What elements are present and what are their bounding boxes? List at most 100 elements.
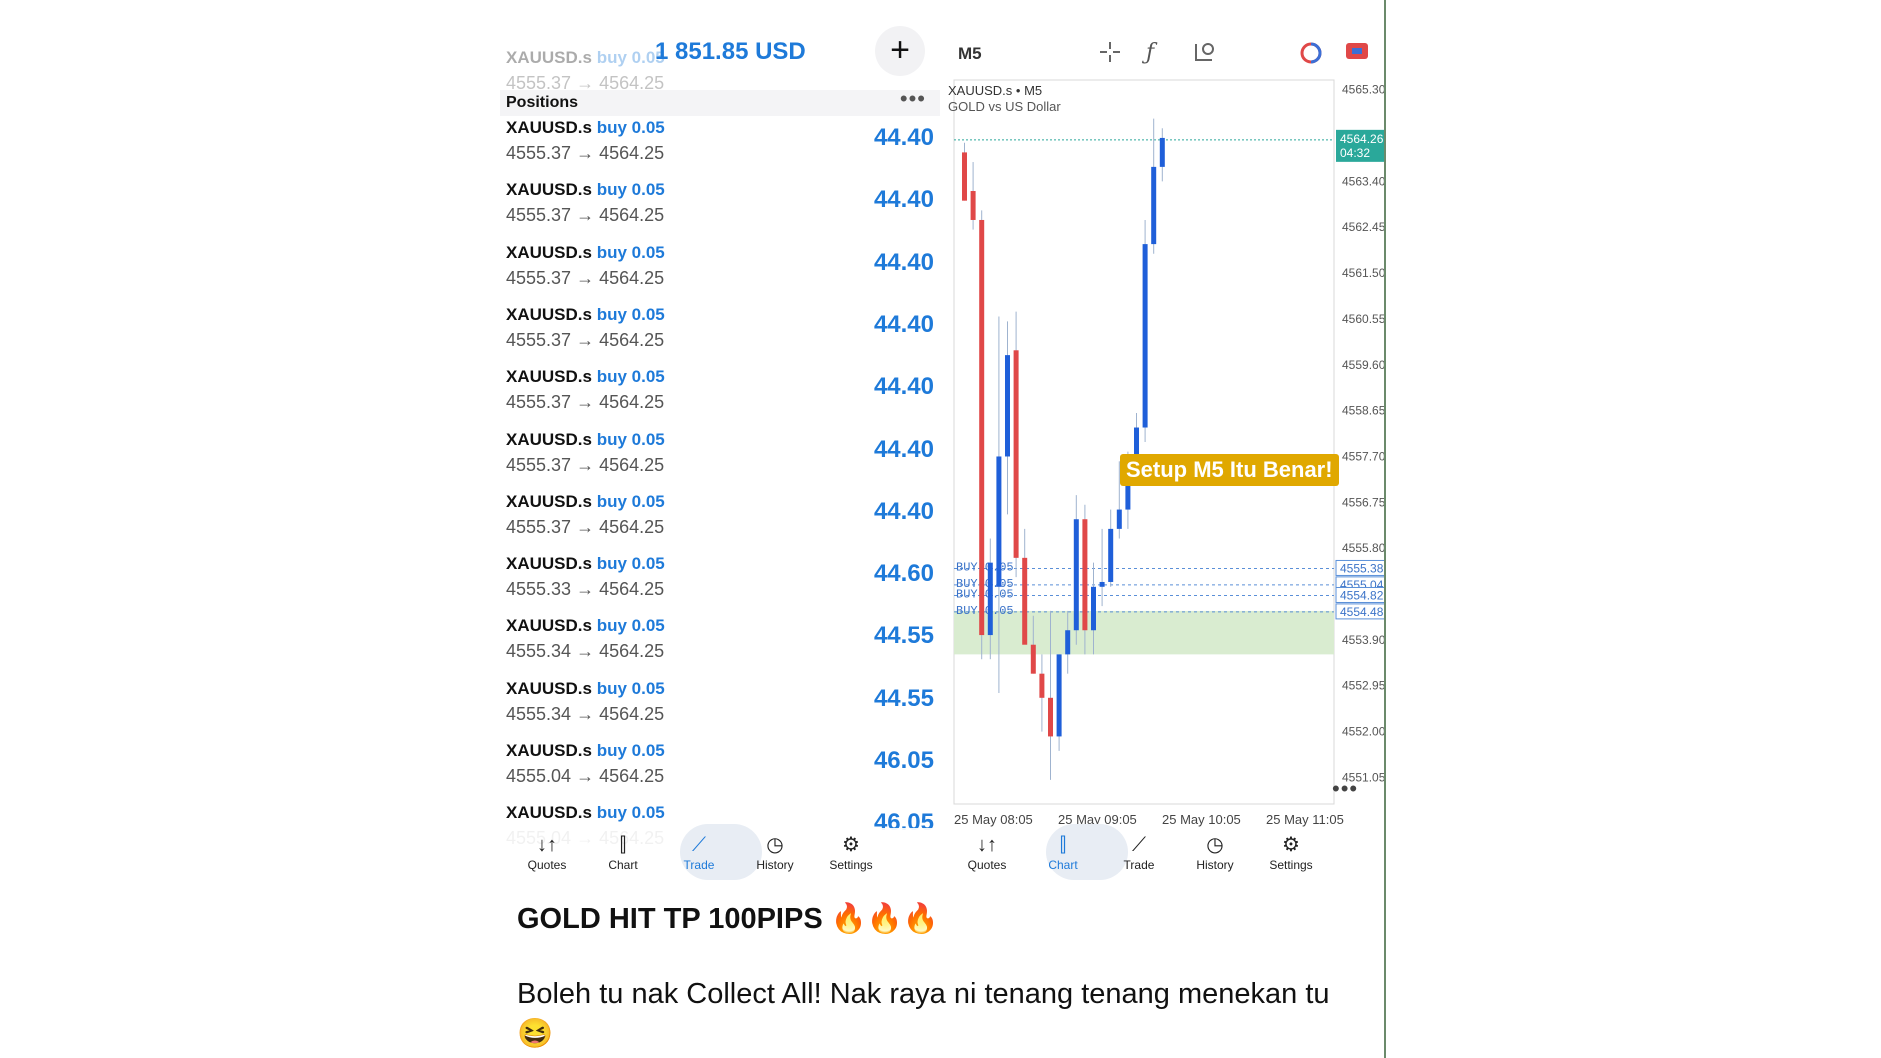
caption-title: GOLD HIT TP 100PIPS 🔥🔥🔥: [517, 903, 940, 935]
tab-trade[interactable]: ⟋ Trade: [1104, 832, 1174, 872]
right-tab-bar: ↓↑ Quotes ⫿ Chart ⟋ Trade ◷ History ⚙ Settings: [940, 824, 1380, 880]
order-label: BUY 0.05: [956, 604, 1014, 618]
y-tick-label: 4557.70: [1342, 449, 1384, 463]
position-side: buy 0.05: [596, 491, 665, 511]
tab-settings-icon: ⚙: [1282, 834, 1300, 856]
price-chart[interactable]: 4565.30 4563.40 4562.45 4561.50 4560.55 4559.…: [940, 78, 1384, 828]
position-prices: 4555.37 → 4564.25: [506, 454, 665, 475]
tab-label: Quotes: [967, 858, 1007, 872]
tab-settings[interactable]: ⚙ Settings: [1256, 832, 1326, 872]
y-tick-label: 4552.95: [1342, 679, 1384, 693]
chart-description: GOLD vs US Dollar: [948, 99, 1061, 114]
position-profit: 44.55: [873, 622, 934, 650]
timeframe-button[interactable]: M5: [958, 44, 982, 64]
tab-trade[interactable]: ⟋ Trade: [664, 832, 734, 872]
tab-label: Chart: [1048, 858, 1078, 872]
position-row[interactable]: XAUUSD.s buy 0.05 4555.33 → 4564.25 44.60: [500, 554, 940, 616]
position-row[interactable]: XAUUSD.s buy 0.05 4555.34 → 4564.25 44.55: [500, 616, 940, 678]
candle-body: [1048, 697, 1053, 737]
position-row[interactable]: XAUUSD.s buy 0.05 4555.37 → 4564.25 44.40: [500, 180, 940, 242]
tab-settings[interactable]: ⚙ Settings: [816, 832, 886, 872]
tab-chart[interactable]: ⫿ Chart: [588, 832, 658, 872]
position-side: buy 0.05: [596, 741, 665, 760]
broker-icon[interactable]: [1344, 40, 1370, 68]
chart-more-icon[interactable]: •••: [1332, 776, 1358, 802]
candle-body: [1005, 355, 1010, 457]
tab-quotes[interactable]: ↓↑ Quotes: [952, 832, 1022, 872]
position-prices: 4555.37 → 4564.25: [506, 329, 665, 350]
order-label: BUY 0.05: [956, 587, 1014, 601]
tab-label: Settings: [1269, 858, 1313, 872]
position-side: buy 0.05: [596, 48, 665, 67]
tab-chart[interactable]: ⫿ Chart: [1028, 832, 1098, 872]
position-prices: 4555.37 → 4564.25: [506, 516, 665, 537]
positions-more-icon[interactable]: •••: [900, 86, 926, 112]
objects-icon[interactable]: [1192, 40, 1218, 70]
candle-body: [1082, 519, 1088, 631]
tab-label: Quotes: [527, 858, 567, 872]
position-profit: 44.40: [873, 497, 934, 525]
position-row[interactable]: XAUUSD.s buy 0.05 4555.37 → 4564.25 44.40: [500, 305, 940, 367]
function-icon[interactable]: ƒ: [1146, 40, 1154, 65]
position-prices: 4555.37 → 4564.25: [506, 143, 665, 163]
tab-label: Trade: [683, 858, 715, 872]
candle-body: [979, 219, 985, 636]
position-prices: 4555.34 → 4564.25: [506, 703, 665, 724]
candle-body: [1039, 673, 1045, 698]
position-row[interactable]: XAUUSD.s buy 0.05 4555.37 → 4564.25 44.40: [500, 492, 940, 554]
position-symbol: XAUUSD.s: [506, 242, 592, 262]
tab-history[interactable]: ◷ History: [1180, 832, 1250, 872]
position-symbol: XAUUSD.s: [506, 367, 592, 387]
candle-body: [1108, 528, 1114, 582]
candle-body: [1099, 581, 1105, 587]
tab-history-icon: ◷: [766, 834, 784, 856]
crosshair-icon[interactable]: [1098, 40, 1122, 70]
position-side: buy 0.05: [596, 180, 665, 200]
candle-body: [1073, 519, 1079, 631]
trade-screen: 1 851.85 USD + XAUUSD.s buy 0.05 4555.37…: [500, 0, 940, 880]
position-side: buy 0.05: [596, 242, 665, 262]
position-profit: 46.05: [873, 747, 934, 774]
trade-circle-icon[interactable]: [1298, 40, 1324, 72]
position-prices: 4555.37 → 4564.25: [506, 205, 665, 226]
y-tick-label: 4561.50: [1342, 266, 1384, 280]
tab-chart-icon: ⫿: [1059, 834, 1067, 856]
position-profit: 44.55: [873, 684, 934, 712]
position-symbol: XAUUSD.s: [506, 180, 592, 200]
candle-body: [1056, 654, 1062, 737]
position-symbol: XAUUSD.s: [506, 616, 592, 636]
caption-body: Boleh tu nak Collect All! Nak raya ni te…: [517, 978, 1330, 1050]
tab-quotes[interactable]: ↓↑ Quotes: [512, 832, 582, 872]
position-side: buy 0.05: [596, 429, 665, 449]
tab-chart-icon: ⫿: [619, 834, 627, 856]
tab-label: History: [1196, 858, 1234, 872]
position-side: buy 0.05: [596, 616, 665, 636]
positions-title: Positions: [506, 94, 579, 111]
position-symbol: XAUUSD.s: [506, 429, 592, 449]
x-tick-label: 25 May 08:05: [954, 812, 1033, 827]
candle-body: [1159, 137, 1165, 167]
x-tick-label: 25 May 11:05: [1266, 812, 1344, 827]
position-symbol: XAUUSD.s: [506, 741, 592, 760]
tab-quotes-icon: ↓↑: [977, 834, 997, 856]
position-symbol: XAUUSD.s: [506, 304, 592, 324]
candle-body: [1030, 644, 1036, 674]
position-row[interactable]: XAUUSD.s buy 0.05 4555.37 → 4564.25 44.40: [500, 118, 940, 180]
divider-line: [1384, 0, 1386, 1058]
position-row[interactable]: XAUUSD.s buy 0.05 4555.37 → 4564.25 44.40: [500, 243, 940, 305]
position-prices: 4555.04 → 4564.25: [506, 766, 665, 786]
chart-symbol: XAUUSD.s • M5: [948, 83, 1043, 98]
tab-trade-icon: ⟋: [692, 834, 706, 856]
position-profit: 44.40: [873, 124, 934, 151]
position-prices: 4555.37 → 4564.25: [506, 392, 665, 413]
candle-body: [1142, 244, 1148, 428]
position-row[interactable]: XAUUSD.s buy 0.05 4555.04 → 4564.25 46.05: [500, 741, 940, 803]
tab-history[interactable]: ◷ History: [740, 832, 810, 872]
current-price-label: 4564.26: [1340, 132, 1384, 146]
position-row[interactable]: XAUUSD.s buy 0.05 4555.37 → 4564.25 44.40: [500, 430, 940, 492]
position-row[interactable]: XAUUSD.s buy 0.05 4555.34 → 4564.25 44.55: [500, 679, 940, 741]
position-row[interactable]: XAUUSD.s buy 0.05 4555.37 → 4564.25 44.40: [500, 367, 940, 429]
tab-trade-icon: ⟋: [1132, 834, 1146, 856]
candle-body: [970, 191, 976, 220]
candle-body: [1151, 166, 1157, 245]
